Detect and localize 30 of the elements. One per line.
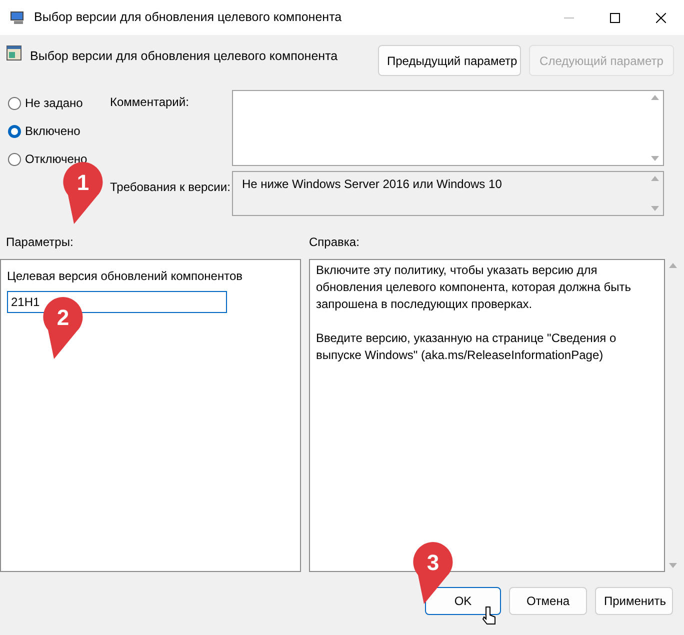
comment-field[interactable] <box>232 90 664 166</box>
scroll-up-arrow-icon[interactable] <box>669 263 677 268</box>
close-icon[interactable] <box>656 12 666 22</box>
computer-icon <box>10 10 26 26</box>
radio-label[interactable]: Не задано <box>25 94 83 112</box>
parameters-label: Параметры: <box>6 235 74 249</box>
comment-label: Комментарий: <box>110 94 190 111</box>
window-title: Выбор версии для обновления целевого компонента <box>34 9 342 26</box>
maximize-icon[interactable] <box>610 12 620 22</box>
policy-icon <box>6 45 22 61</box>
scroll-up-arrow-icon[interactable] <box>651 176 659 181</box>
help-label: Справка: <box>309 235 360 249</box>
help-text: Введите версию, указанную на странице "Сведения о выпуске Windows" (aka.ms/ReleaseInformationPage) <box>316 330 618 364</box>
radio-label[interactable]: Включено <box>25 122 80 140</box>
previous-setting-button[interactable]: Предыдущий параметр <box>378 45 521 76</box>
radio-button[interactable] <box>8 96 21 110</box>
scroll-up-arrow-icon[interactable] <box>651 95 659 100</box>
scroll-down-arrow-icon[interactable] <box>651 206 659 211</box>
apply-button[interactable]: Применить <box>595 587 673 615</box>
field-label: Целевая версия обновлений компонентов <box>7 268 244 285</box>
policy-title: Выбор версии для обновления целевого компонента <box>30 48 338 65</box>
ok-button[interactable]: OK <box>425 587 501 615</box>
radio-button[interactable] <box>8 152 21 166</box>
scroll-down-arrow-icon[interactable] <box>669 563 677 568</box>
requirements-label: Требования к версии: <box>110 179 232 196</box>
requirements-text: Не ниже Windows Server 2016 или Windows 10 <box>242 177 502 191</box>
help-text: Включите эту политику, чтобы указать версию для обновления целевого компонента, которая должна быть запрошена в последующих проверках. <box>316 262 632 313</box>
radio-button[interactable] <box>8 124 21 138</box>
cancel-button[interactable]: Отмена <box>509 587 587 615</box>
scroll-down-arrow-icon[interactable] <box>651 156 659 161</box>
